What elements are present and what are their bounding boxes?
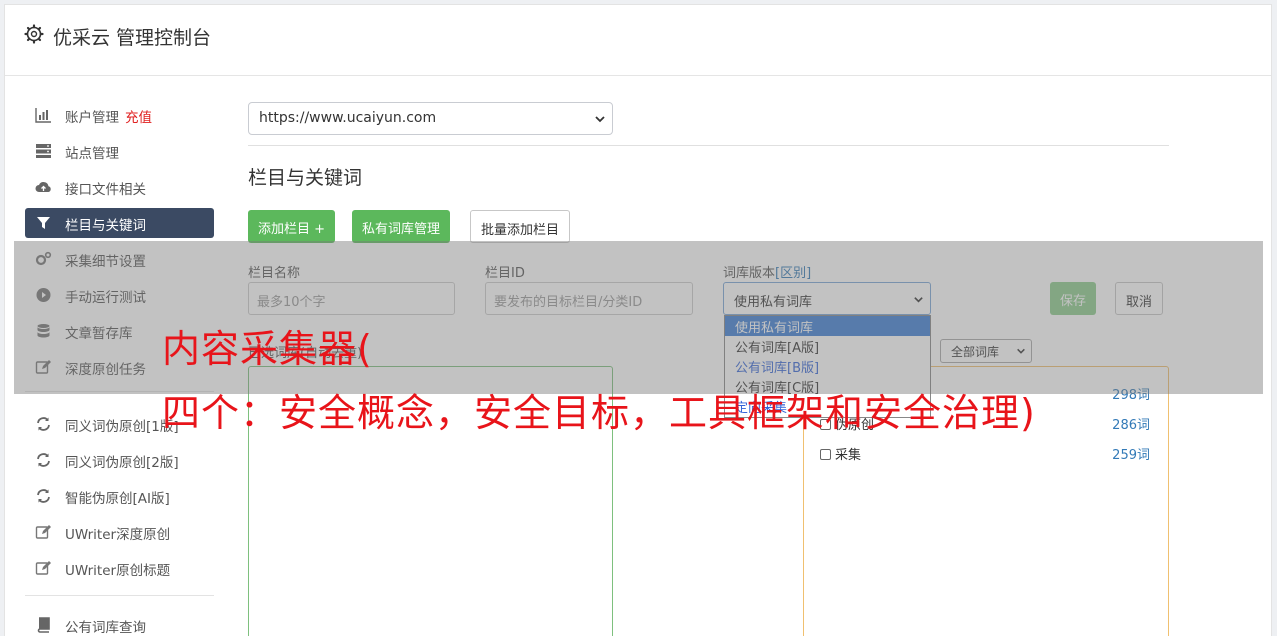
sidebar-divider [25,595,214,596]
sidebar-item-sites[interactable]: 站点管理 [25,136,214,166]
lib-count: 286词 [1112,418,1150,433]
section-title: 栏目与关键词 [248,167,363,189]
add-column-button[interactable]: 添加栏目 + [248,210,336,243]
refresh-icon [37,489,50,503]
batch-add-button[interactable]: 批量添加栏目 [470,210,571,243]
site-select-value: https://www.ucaiyun.com [259,110,437,126]
sidebar-item-ai-pseudo[interactable]: 智能伪原创[AI版] [25,481,214,511]
chevron-down-icon [595,116,605,123]
gear-icon [24,24,44,44]
lib-count: 259词 [1112,448,1150,463]
app-title: 优采云 管理控制台 [53,27,212,49]
sidebar-item-label: 栏目与关键词 [65,218,146,234]
sidebar-item-columns[interactable]: 栏目与关键词 [25,208,214,238]
book-icon [37,617,50,633]
sidebar-item-label: 接口文件相关 [65,182,146,198]
divider [248,145,1169,146]
sidebar-item-label: 同义词伪原创[2版] [65,455,179,471]
refresh-icon [37,417,50,431]
edit-icon [35,525,51,539]
refresh-icon [37,453,50,467]
edit-icon [35,561,51,575]
private-lib-button[interactable]: 私有词库管理 [352,210,451,243]
sidebar-item-label: 智能伪原创[AI版] [65,491,170,507]
cloud-upload-icon [35,182,51,192]
sidebar-item-public-lib[interactable]: 公有词库查询 [25,610,214,636]
sidebar-item-synonym-2[interactable]: 同义词伪原创[2版] [25,445,214,475]
lib-name: 采集 [835,448,862,463]
header: 优采云 管理控制台 [5,5,1271,76]
server-icon [36,144,51,158]
sidebar-item-label: 站点管理 [65,146,119,162]
sidebar-item-label: 账户管理 [65,110,119,126]
sidebar-item-uwriter-deep[interactable]: UWriter深度原创 [25,517,214,547]
sidebar-item-label: UWriter原创标题 [65,563,171,579]
recharge-link[interactable]: 充值 [125,110,152,126]
filter-icon [37,217,50,229]
sidebar-item-interface[interactable]: 接口文件相关 [25,172,214,202]
sidebar-item-account[interactable]: 账户管理 充值 [25,100,214,130]
overlay-caption-line2: 四个：安全概念，安全目标，工具框架和安全治理) [162,391,1036,435]
sidebar-item-uwriter-title[interactable]: UWriter原创标题 [25,553,214,583]
checkbox[interactable] [820,449,831,460]
bar-chart-icon [35,108,51,123]
site-select[interactable]: https://www.ucaiyun.com [248,102,613,135]
sidebar-item-label: UWriter深度原创 [65,527,171,543]
sidebar-item-label: 公有词库查询 [65,620,146,636]
overlay-caption-line1: 内容采集器( [162,327,373,371]
lib-item[interactable]: 采集 [820,444,861,463]
